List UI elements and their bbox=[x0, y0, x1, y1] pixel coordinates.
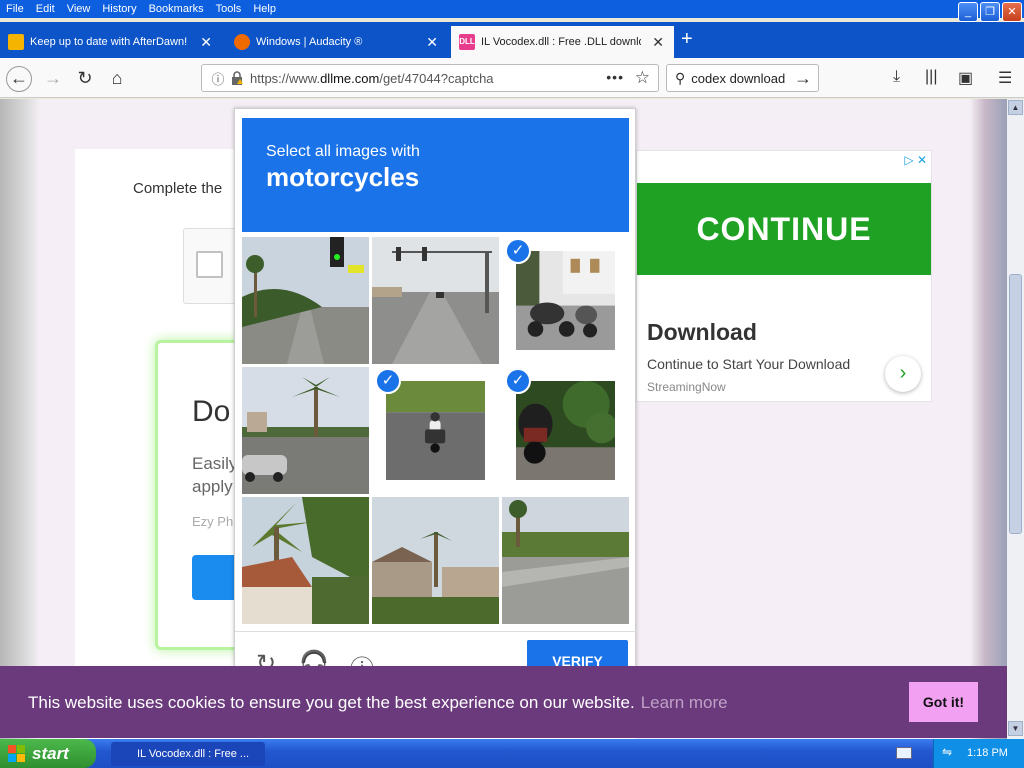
lock-icon bbox=[232, 71, 243, 85]
clock[interactable]: 1:18 PM bbox=[967, 747, 1008, 759]
captcha-tile-4[interactable] bbox=[242, 367, 369, 494]
adchoices-icon[interactable]: ▷ ✕ bbox=[904, 153, 927, 167]
tab-title: IL Vocodex.dll : Free .DLL download bbox=[481, 36, 641, 48]
houses-image bbox=[372, 497, 499, 624]
vertical-scrollbar[interactable]: ▲ ▼ bbox=[1007, 99, 1024, 739]
afterdawn-icon bbox=[8, 34, 24, 50]
tab-strip: Keep up to date with AfterDawn! ✕ Window… bbox=[0, 22, 1024, 58]
window-controls: _ ❐ ✕ bbox=[958, 2, 1022, 22]
windows-logo-icon bbox=[8, 745, 25, 762]
menu-bar: File Edit View History Bookmarks Tools H… bbox=[0, 0, 1024, 22]
ad-subtitle: Continue to Start Your Download bbox=[647, 356, 851, 372]
forward-button[interactable]: → bbox=[40, 66, 66, 92]
tab-dllme[interactable]: DLL IL Vocodex.dll : Free .DLL download … bbox=[451, 26, 674, 58]
captcha-header: Select all images with motorcycles bbox=[242, 118, 629, 232]
start-button[interactable]: start bbox=[0, 739, 96, 768]
search-text: codex download bbox=[691, 70, 786, 86]
audacity-icon bbox=[234, 34, 250, 50]
info-icon[interactable]: ⓘ bbox=[208, 69, 228, 88]
menu-tools[interactable]: Tools bbox=[210, 3, 248, 15]
search-icon: ⚲ bbox=[675, 69, 686, 86]
palm-road-image bbox=[242, 367, 369, 494]
chevron-right-icon[interactable]: › bbox=[885, 356, 921, 392]
check-icon: ✓ bbox=[505, 368, 531, 394]
search-input[interactable]: ⚲ codex download → bbox=[666, 64, 819, 92]
ad-heading: Download bbox=[647, 319, 757, 345]
ad-source: StreamingNow bbox=[647, 380, 726, 394]
complete-text: Complete the bbox=[133, 180, 223, 197]
search-go-icon[interactable]: → bbox=[794, 68, 812, 89]
check-icon: ✓ bbox=[375, 368, 401, 394]
system-tray: ⇋ 1:18 PM bbox=[933, 739, 1024, 768]
learn-more-link[interactable]: Learn more bbox=[641, 693, 728, 712]
network-icon[interactable]: ⇋ bbox=[942, 745, 952, 759]
close-tab-icon[interactable]: ✕ bbox=[652, 34, 664, 51]
keyboard-icon[interactable] bbox=[896, 747, 912, 759]
menu-file[interactable]: File bbox=[0, 3, 30, 15]
home-button[interactable]: ⌂ bbox=[104, 66, 130, 92]
captcha-tile-2[interactable] bbox=[372, 237, 499, 364]
taskbar-item-firefox[interactable]: IL Vocodex.dll : Free ... bbox=[111, 742, 265, 766]
captcha-tile-8[interactable] bbox=[372, 497, 499, 624]
cookie-message: This website uses cookies to ensure you … bbox=[28, 693, 728, 712]
captcha-footer-divider bbox=[235, 631, 637, 632]
page-actions-icon[interactable]: ••• bbox=[606, 69, 624, 85]
captcha-tile-7[interactable] bbox=[242, 497, 369, 624]
reload-button[interactable]: ↻ bbox=[72, 66, 98, 92]
url-bar[interactable]: ⓘ https://www.dllme.com/get/47044?captch… bbox=[201, 64, 659, 92]
bookmark-star-icon[interactable]: ☆ bbox=[635, 68, 650, 88]
road-image bbox=[372, 237, 499, 364]
motorcycle-image bbox=[515, 250, 616, 351]
ad-continue-button[interactable]: CONTINUE bbox=[637, 183, 931, 275]
ezy-label: Ezy Ph bbox=[192, 514, 234, 529]
motorcycle-hedge-image bbox=[515, 380, 618, 481]
check-icon: ✓ bbox=[505, 238, 531, 264]
downloads-icon[interactable]: ⤓ bbox=[893, 68, 900, 86]
library-icon[interactable]: ||| bbox=[925, 68, 937, 86]
start-label: start bbox=[32, 744, 69, 763]
tab-audacity[interactable]: Windows | Audacity ® ✕ bbox=[226, 26, 448, 58]
got-it-button[interactable]: Got it! bbox=[909, 682, 978, 722]
close-tab-icon[interactable]: ✕ bbox=[200, 34, 212, 51]
menu-icon[interactable]: ☰ bbox=[998, 68, 1012, 88]
palm-house-image bbox=[242, 497, 369, 624]
captcha-tile-9[interactable] bbox=[502, 497, 629, 624]
close-tab-icon[interactable]: ✕ bbox=[426, 34, 438, 51]
scroll-up-arrow[interactable]: ▲ bbox=[1008, 100, 1023, 115]
maximize-button[interactable]: ❐ bbox=[980, 2, 1000, 22]
captcha-instruction: Select all images with bbox=[266, 143, 420, 160]
cookie-banner: This website uses cookies to ensure you … bbox=[0, 666, 1007, 738]
close-window-button[interactable]: ✕ bbox=[1002, 2, 1022, 22]
menu-edit[interactable]: Edit bbox=[30, 3, 61, 15]
tab-title: Keep up to date with AfterDawn! bbox=[30, 36, 188, 48]
tab-afterdawn[interactable]: Keep up to date with AfterDawn! ✕ bbox=[0, 26, 222, 58]
captcha-target: motorcycles bbox=[266, 162, 420, 192]
scroll-down-arrow[interactable]: ▼ bbox=[1008, 721, 1023, 736]
download-heading: Do bbox=[192, 395, 231, 428]
taskbar-item-label: IL Vocodex.dll : Free ... bbox=[137, 748, 250, 760]
scroll-thumb[interactable] bbox=[1009, 274, 1022, 534]
empty-road-image bbox=[502, 497, 629, 624]
captcha-tile-1[interactable] bbox=[242, 237, 369, 364]
menu-history[interactable]: History bbox=[96, 3, 142, 15]
taskbar: start IL Vocodex.dll : Free ... ⇋ 1:18 P… bbox=[0, 739, 1024, 768]
download-button[interactable] bbox=[192, 555, 237, 600]
motorcycle-road-image bbox=[385, 380, 486, 481]
nav-bar: ← → ↻ ⌂ ⓘ https://www.dllme.com/get/4704… bbox=[0, 58, 1024, 98]
menu-bookmarks[interactable]: Bookmarks bbox=[143, 3, 210, 15]
dll-icon: DLL bbox=[459, 34, 475, 50]
recaptcha-checkbox[interactable] bbox=[196, 251, 223, 278]
captcha-dialog: Select all images with motorcycles ✓ ✓ ✓… bbox=[234, 108, 637, 691]
download-description: Easily apply bbox=[192, 454, 238, 496]
back-button[interactable]: ← bbox=[6, 66, 32, 92]
menu-help[interactable]: Help bbox=[247, 3, 282, 15]
street-image bbox=[242, 237, 369, 364]
advertisement[interactable]: ▷ ✕ CONTINUE Download Continue to Start … bbox=[636, 150, 932, 402]
sidebar-icon[interactable]: ▣ bbox=[958, 68, 973, 88]
menu-view[interactable]: View bbox=[61, 3, 97, 15]
tab-title: Windows | Audacity ® bbox=[256, 36, 363, 48]
url-text: https://www.dllme.com/get/47044?captcha bbox=[250, 70, 494, 86]
minimize-button[interactable]: _ bbox=[958, 2, 978, 22]
new-tab-button[interactable]: + bbox=[681, 28, 693, 51]
